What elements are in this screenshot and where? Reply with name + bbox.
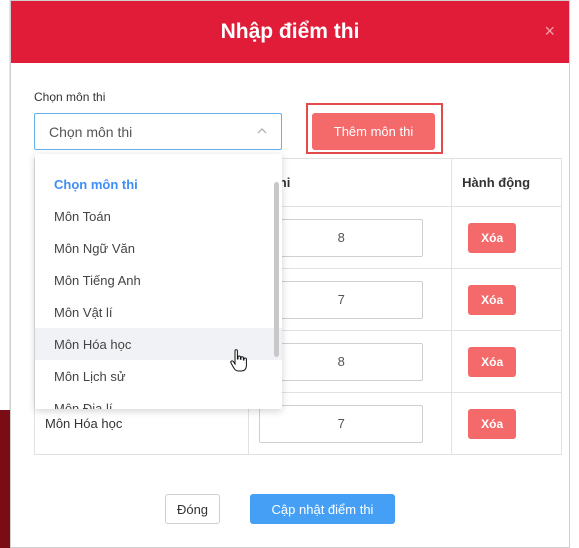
modal-title: Nhập điểm thi (220, 20, 360, 43)
score-input[interactable]: 8 (259, 342, 424, 381)
dropdown-option[interactable]: Môn Toán (35, 200, 282, 232)
add-subject-button[interactable]: Thêm môn thi (312, 113, 435, 150)
background-strip-right (569, 0, 579, 548)
chevron-up-icon (257, 126, 267, 137)
score-input[interactable]: 7 (259, 404, 424, 443)
delete-button[interactable]: Xóa (468, 222, 517, 253)
score-input[interactable]: 7 (259, 280, 424, 319)
modal-footer: Đóng Cập nhật điểm thi (0, 494, 560, 524)
dropdown-option[interactable]: Môn Địa lí (35, 392, 282, 410)
dropdown-option[interactable]: Môn Ngữ Văn (35, 232, 282, 264)
subject-select[interactable]: Chọn môn thi (34, 113, 282, 150)
delete-button[interactable]: Xóa (468, 408, 517, 439)
dropdown-option[interactable]: Môn Vật lí (35, 296, 282, 328)
page: Nhập điểm thi × Chọn môn thi Chọn môn th… (0, 0, 579, 548)
dropdown-scrollbar[interactable] (274, 182, 279, 357)
update-scores-button[interactable]: Cập nhật điểm thi (250, 494, 395, 524)
delete-button[interactable]: Xóa (468, 346, 517, 377)
dropdown-option[interactable]: Chọn môn thi (35, 168, 282, 200)
modal-header: Nhập điểm thi × (11, 1, 569, 63)
subject-select-value: Chọn môn thi (49, 123, 133, 140)
background-strip-left-accent (0, 410, 10, 548)
subject-label: Chọn môn thi (34, 90, 106, 104)
table-header-action: Hành động (451, 158, 562, 207)
hand-pointer-icon (229, 349, 249, 378)
delete-button[interactable]: Xóa (468, 284, 517, 315)
close-button[interactable]: Đóng (165, 494, 220, 524)
dropdown-option[interactable]: Môn Tiếng Anh (35, 264, 282, 296)
score-input[interactable]: 8 (259, 218, 424, 257)
close-icon[interactable]: × (544, 21, 555, 42)
